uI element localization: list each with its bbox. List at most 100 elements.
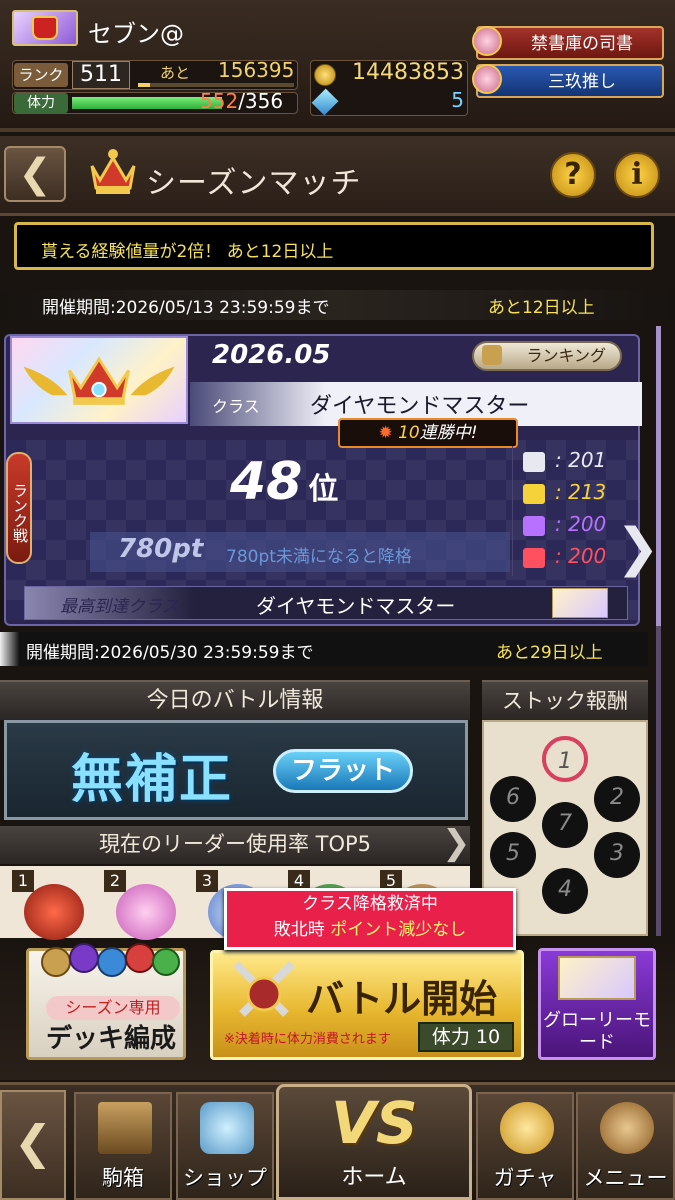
best-class-emblem-icon (552, 588, 608, 618)
treasure-chest-icon (98, 1102, 152, 1154)
class-label: クラス (212, 397, 260, 416)
next-exp-label: あと (160, 64, 191, 82)
coin-icon (314, 64, 336, 86)
gem-value: 5 (451, 88, 464, 112)
deck-button-label: デッキ編成 (45, 1024, 176, 1054)
glory-emblem-icon (558, 956, 636, 1000)
battle-hp-cost: 体力 10 (418, 1022, 514, 1052)
stock-node-active: 1 (542, 736, 588, 782)
exp-bar (138, 83, 294, 87)
nav-item-shop[interactable]: ショップ (176, 1092, 274, 1200)
leader-top5-title[interactable]: 現在のリーダー使用率 TOP5 (0, 826, 470, 864)
class-stat-row: : 213 (523, 480, 635, 510)
leader-portrait (24, 884, 84, 940)
stock-node: 6 (490, 776, 536, 822)
class-stat-value: : 200 (555, 512, 607, 536)
points-value: 780pt (118, 534, 204, 564)
class-stat-row: : 201 (523, 448, 635, 478)
stock-node: 5 (490, 832, 536, 878)
chevron-left-icon: ❮ (13, 1115, 53, 1169)
crossed-swords-icon (233, 961, 295, 1017)
leader-item[interactable]: 2 (100, 870, 180, 940)
back-button[interactable]: ❮ (4, 146, 66, 202)
notice-text: 貰える経験値量が2倍！ あと12日以上 (41, 242, 334, 262)
portrait-icon (472, 64, 502, 94)
tag-line1: クラス降格救済中 (302, 894, 438, 914)
nav-back-button[interactable]: ❮ (0, 1090, 66, 1200)
next-exp-value: 156395 (218, 58, 295, 82)
class-stat-value: : 213 (555, 480, 607, 504)
stock-node: 4 (542, 868, 588, 914)
ranking-button[interactable]: ランキング (472, 341, 622, 371)
class-stat-value: : 200 (555, 544, 607, 568)
battle-start-label: バトル開始 (306, 977, 498, 1021)
potion-bottle-icon (200, 1102, 254, 1154)
rank-position: 48 位 (230, 452, 339, 512)
red-beast-icon (523, 548, 545, 568)
class-stat-value: : 201 (555, 448, 607, 472)
stock-reward-title: ストック報酬 (482, 680, 648, 720)
bars-icon (523, 452, 545, 472)
exp-bonus-notice: 貰える経験値量が2倍！ あと12日以上 (14, 222, 654, 270)
coin-value: 14483853 (352, 60, 464, 85)
season-period-bar: 開催期間:2026/05/30 23:59:59まで あと29日以上 (0, 632, 648, 666)
nav-item-menu[interactable]: メニュー (576, 1092, 675, 1200)
rule-banner-main: 無補正 (71, 750, 234, 810)
player-name: セブン@ (88, 20, 184, 48)
battle-info-title: 今日のバトル情報 (0, 680, 470, 720)
leader-portrait (116, 884, 176, 940)
season-period-remain: あと29日以上 (496, 643, 603, 663)
hp-text: 552/356 (200, 89, 284, 113)
vs-icon: VS (331, 1089, 418, 1157)
best-class-value: ダイヤモンドマスター (256, 594, 456, 618)
next-page-arrow[interactable]: ❯ (616, 522, 660, 580)
help-button[interactable]: ? (550, 152, 596, 198)
gold-crown-icon (523, 484, 545, 504)
scrollbar[interactable] (656, 326, 661, 936)
medals-icon (41, 943, 180, 977)
leader-item[interactable]: 1 (8, 870, 88, 940)
chevron-right-icon[interactable]: ❯ (442, 824, 472, 864)
chevron-right-icon: ❯ (616, 518, 660, 578)
class-emblem-icon (10, 336, 188, 424)
event-period-bar: 開催期間:2026/05/13 23:59:59まで あと12日以上 (0, 290, 675, 320)
event-period-text: 開催期間:2026/05/13 23:59:59まで (42, 298, 330, 318)
page-title: シーズンマッチ (146, 166, 362, 201)
info-button[interactable]: i (614, 152, 660, 198)
nav-item-home[interactable]: VS ホーム (276, 1084, 472, 1200)
rule-banner[interactable]: 無補正 フラット (4, 720, 468, 820)
win-streak-badge: ✹ 10連勝中! (338, 418, 518, 448)
season-label: 2026.05 (212, 340, 331, 370)
gear-icon (600, 1102, 654, 1154)
nav-item-piece-box[interactable]: 駒箱 (74, 1092, 172, 1200)
event-period-remain: あと12日以上 (488, 298, 595, 318)
question-icon: ? (564, 157, 582, 192)
tag-line2b: ポイント減少なし (330, 920, 467, 940)
demotion-relief-tag: クラス降格救済中 敗北時 ポイント減少なし (224, 888, 516, 950)
best-class-label: 最高到達クラス (60, 597, 179, 617)
battle-start-note: ※決着時に体力消費されます (224, 1032, 391, 1047)
season-period-text: 開催期間:2026/05/30 23:59:59まで (26, 643, 314, 663)
stock-node: 2 (594, 776, 640, 822)
purple-crown-icon (523, 516, 545, 536)
info-icon: i (631, 157, 643, 192)
crown-icon (32, 16, 58, 40)
player-avatar[interactable] (12, 10, 78, 46)
portrait-icon (472, 26, 502, 56)
glory-mode-label: グローリーモード (543, 1010, 651, 1053)
class-value: ダイヤモンドマスター (310, 394, 530, 419)
rule-banner-sub: フラット (273, 749, 413, 793)
title-button-librarian[interactable]: 禁書庫の司書 (472, 26, 664, 60)
stock-node: 3 (594, 832, 640, 878)
flame-icon: ✹ (378, 423, 393, 443)
stock-node: 7 (542, 802, 588, 848)
rank-value: 511 (72, 61, 130, 89)
rank-battle-tab[interactable]: ランク戦 (6, 452, 32, 564)
rank-label: ランク (14, 63, 68, 87)
tag-line2a: 敗北時 (273, 920, 325, 940)
trophy-icon (482, 345, 502, 365)
coins-icon (500, 1102, 554, 1154)
nav-item-gacha[interactable]: ガチャ (476, 1092, 574, 1200)
hp-label: 体力 (14, 93, 68, 113)
title-button-miku[interactable]: 三玖推し (472, 64, 664, 98)
